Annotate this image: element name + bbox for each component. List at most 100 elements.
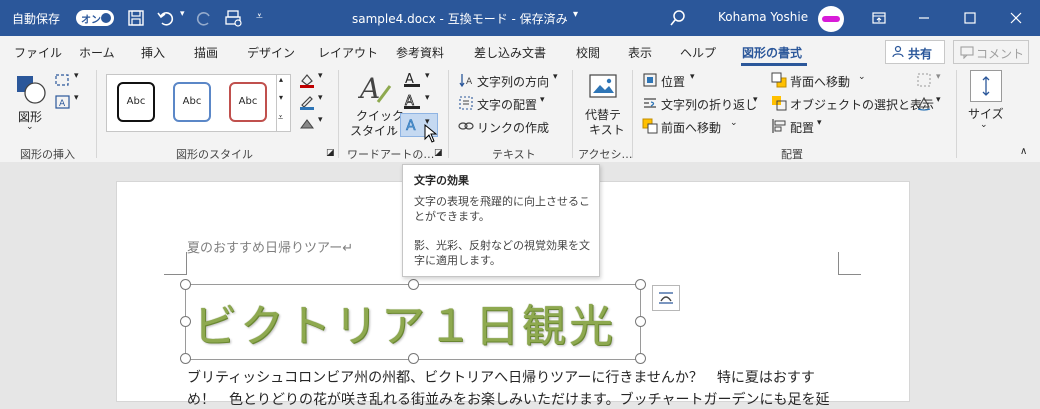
group-objects-icon[interactable] bbox=[916, 72, 932, 88]
selection-pane-icon[interactable] bbox=[771, 95, 787, 111]
alt-text-icon[interactable] bbox=[588, 72, 620, 102]
gallery-up-icon[interactable]: ▴ bbox=[279, 75, 283, 84]
resize-handle[interactable] bbox=[180, 353, 191, 364]
resize-handle[interactable] bbox=[180, 316, 191, 327]
shape-style-red[interactable]: Abc bbox=[229, 82, 267, 122]
align-text-dropdown-icon[interactable]: ▾ bbox=[540, 95, 545, 105]
undo-dropdown-icon[interactable]: ▾ bbox=[180, 9, 185, 19]
send-backward-label[interactable]: 背面へ移動 bbox=[790, 73, 850, 90]
autosave-toggle[interactable]: オン bbox=[76, 10, 114, 26]
position-dropdown-icon[interactable]: ▾ bbox=[690, 72, 695, 82]
text-direction-label[interactable]: 文字列の方向 bbox=[477, 73, 549, 90]
text-box-icon[interactable]: A bbox=[54, 94, 72, 110]
edit-shape-icon[interactable] bbox=[54, 72, 72, 88]
shape-styles-launcher-icon[interactable]: ◪ bbox=[326, 148, 335, 158]
customize-qat-icon[interactable]: ⩡ bbox=[256, 9, 263, 24]
redo-icon[interactable] bbox=[194, 8, 214, 28]
create-link-label[interactable]: リンクの作成 bbox=[477, 119, 549, 136]
resize-handle[interactable] bbox=[635, 279, 646, 290]
shapes-dropdown-icon[interactable]: ⌄ bbox=[26, 122, 34, 132]
shape-style-blue[interactable]: Abc bbox=[173, 82, 211, 122]
rotate-icon[interactable] bbox=[916, 95, 932, 111]
align-objects-label[interactable]: 配置 bbox=[790, 119, 814, 136]
shape-outline-dropdown-icon[interactable]: ▾ bbox=[318, 93, 323, 103]
tab-file[interactable]: ファイル bbox=[14, 44, 62, 61]
wordart-launcher-icon[interactable]: ◪ bbox=[434, 148, 443, 158]
bring-forward-dropdown-icon[interactable]: ⌄ bbox=[730, 118, 738, 128]
align-text-label[interactable]: 文字の配置 bbox=[477, 96, 537, 113]
resize-handle[interactable] bbox=[635, 353, 646, 364]
comment-button[interactable]: コメント bbox=[953, 40, 1029, 64]
quick-style-icon[interactable]: A bbox=[358, 72, 394, 108]
text-box-dropdown-icon[interactable]: ▾ bbox=[74, 93, 79, 103]
collapse-ribbon-icon[interactable]: ∧ bbox=[1020, 146, 1027, 157]
tab-layout[interactable]: レイアウト bbox=[318, 44, 378, 61]
bring-forward-icon[interactable] bbox=[642, 118, 658, 134]
tab-insert[interactable]: 挿入 bbox=[141, 44, 165, 61]
position-label[interactable]: 位置 bbox=[661, 73, 685, 90]
title-dropdown-icon[interactable]: ▾ bbox=[573, 9, 578, 20]
tab-references[interactable]: 参考資料 bbox=[396, 44, 444, 61]
avatar[interactable] bbox=[818, 6, 844, 32]
resize-handle[interactable] bbox=[408, 353, 419, 364]
size-dropdown-icon[interactable]: ⌄ bbox=[980, 120, 988, 130]
text-direction-dropdown-icon[interactable]: ▾ bbox=[553, 72, 558, 82]
shape-style-black[interactable]: Abc bbox=[117, 82, 155, 122]
search-icon[interactable] bbox=[668, 8, 688, 28]
body-text-line-2[interactable]: め！ 色とりどりの花が咲き乱れる街並みをお楽しみいただけます。ブッチャートガーデ… bbox=[187, 389, 829, 409]
create-link-icon[interactable] bbox=[458, 118, 474, 134]
print-preview-icon[interactable] bbox=[224, 8, 244, 28]
ribbon-display-options-icon[interactable] bbox=[869, 8, 889, 28]
shapes-icon[interactable] bbox=[14, 72, 48, 106]
tab-design[interactable]: デザイン bbox=[247, 44, 295, 61]
alt-text-label-2[interactable]: キスト bbox=[589, 121, 625, 138]
send-backward-dropdown-icon[interactable]: ⌄ bbox=[858, 72, 866, 82]
align-objects-dropdown-icon[interactable]: ▾ bbox=[817, 118, 822, 128]
bring-forward-label[interactable]: 前面へ移動 bbox=[661, 119, 721, 136]
tab-draw[interactable]: 描画 bbox=[194, 44, 218, 61]
minimize-icon[interactable] bbox=[914, 8, 934, 28]
body-text-line-1[interactable]: ブリティッシュコロンビア州の州都、ビクトリアへ日帰りツアーに行きませんか？ 特に… bbox=[187, 367, 815, 387]
shape-fill-dropdown-icon[interactable]: ▾ bbox=[318, 71, 323, 81]
resize-handle[interactable] bbox=[408, 279, 419, 290]
selection-pane-label[interactable]: オブジェクトの選択と表示 bbox=[790, 96, 934, 113]
resize-handle[interactable] bbox=[180, 279, 191, 290]
tab-view[interactable]: 表示 bbox=[628, 44, 652, 61]
shape-fill-icon[interactable] bbox=[298, 72, 316, 88]
gallery-more-icon[interactable]: ⩡ bbox=[278, 113, 283, 123]
tab-shape-format[interactable]: 図形の書式 bbox=[742, 44, 802, 61]
maximize-icon[interactable] bbox=[960, 8, 980, 28]
gallery-down-icon[interactable]: ▾ bbox=[279, 93, 283, 102]
wrap-text-label[interactable]: 文字列の折り返し bbox=[661, 96, 757, 113]
text-outline-dropdown-icon[interactable]: ▾ bbox=[425, 93, 430, 103]
position-icon[interactable] bbox=[642, 72, 658, 88]
resize-handle[interactable] bbox=[635, 316, 646, 327]
edit-shape-dropdown-icon[interactable]: ▾ bbox=[74, 71, 79, 81]
shape-style-gallery[interactable]: Abc Abc Abc bbox=[106, 74, 278, 132]
close-icon[interactable] bbox=[1006, 8, 1026, 28]
document-heading[interactable]: 夏のおすすめ日帰りツアー↵ bbox=[187, 237, 353, 256]
group-objects-dropdown-icon[interactable]: ▾ bbox=[936, 72, 941, 82]
shape-effects-icon[interactable] bbox=[298, 116, 316, 132]
size-button[interactable] bbox=[970, 70, 1002, 102]
text-fill-icon[interactable]: A bbox=[402, 70, 422, 88]
tab-mailings[interactable]: 差し込み文書 bbox=[474, 44, 546, 61]
text-outline-icon[interactable]: A bbox=[402, 92, 422, 110]
quick-style-dropdown-icon[interactable]: ⌄ bbox=[389, 123, 397, 133]
save-icon[interactable] bbox=[126, 8, 146, 28]
share-button[interactable]: 共有 bbox=[885, 40, 945, 64]
align-text-icon[interactable] bbox=[458, 95, 474, 111]
wordart-title[interactable]: ビクトリア１日観光 bbox=[193, 290, 616, 354]
gallery-scroll[interactable]: ▴ ▾ ⩡ bbox=[276, 74, 291, 132]
undo-icon[interactable] bbox=[156, 8, 176, 28]
wrap-text-icon[interactable] bbox=[642, 95, 658, 111]
tab-review[interactable]: 校閲 bbox=[576, 44, 600, 61]
user-name[interactable]: Kohama Yoshie bbox=[718, 10, 808, 24]
text-direction-icon[interactable]: A bbox=[458, 72, 474, 88]
shape-outline-icon[interactable] bbox=[298, 94, 316, 110]
shape-effects-dropdown-icon[interactable]: ▾ bbox=[318, 115, 323, 125]
text-fill-dropdown-icon[interactable]: ▾ bbox=[425, 71, 430, 81]
align-objects-icon[interactable] bbox=[771, 118, 787, 134]
layout-options-button[interactable] bbox=[652, 285, 680, 311]
wrap-text-dropdown-icon[interactable]: ▾ bbox=[753, 95, 758, 105]
